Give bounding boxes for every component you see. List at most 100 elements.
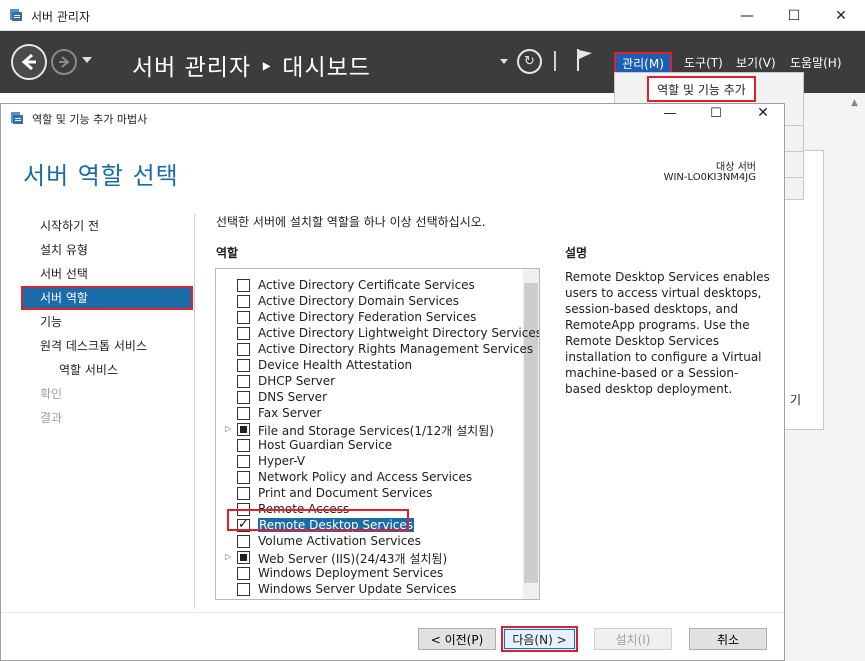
outer-titlebar: 서버 관리자 — ☐ ✕ [0,0,865,31]
wizard-step[interactable]: 기능 [21,310,193,334]
role-row[interactable]: Network Policy and Access Services [216,469,524,485]
minimize-button[interactable]: — [724,0,770,31]
role-label[interactable]: Active Directory Domain Services [258,294,459,308]
role-checkbox[interactable] [237,391,250,404]
role-checkbox[interactable] [237,327,250,340]
role-label[interactable]: Active Directory Certificate Services [258,278,475,292]
role-row[interactable]: Fax Server [216,405,524,421]
role-label[interactable]: DNS Server [258,390,327,404]
role-label[interactable]: Windows Deployment Services [258,566,443,580]
role-checkbox[interactable] [237,471,250,484]
role-row[interactable]: Hyper-V [216,453,524,469]
add-roles-menu-item[interactable]: 역할 및 기능 추가 [647,76,756,102]
role-checkbox[interactable] [237,487,250,500]
role-row[interactable]: Print and Document Services [216,485,524,501]
forward-button[interactable] [51,49,77,75]
role-label[interactable]: Hyper-V [258,454,305,468]
role-row[interactable]: Volume Activation Services [216,533,524,549]
roles-header: 역할 [216,246,239,260]
role-row[interactable]: ▷ File and Storage Services(1/12개 설치됨) [216,421,524,438]
role-label[interactable]: Active Directory Federation Services [258,310,476,324]
tools-menu[interactable]: 도구(T) [684,54,723,71]
role-row[interactable]: Active Directory Lightweight Directory S… [216,325,539,341]
role-checkbox[interactable] [237,439,250,452]
back-button[interactable] [11,44,47,80]
previous-button[interactable]: < 이전(P) [418,628,496,650]
role-label[interactable]: Active Directory Rights Management Servi… [258,342,533,356]
next-button[interactable]: 다음(N) > [501,626,578,652]
role-label[interactable]: Network Policy and Access Services [258,470,472,484]
role-label[interactable]: Device Health Attestation [258,358,412,372]
role-row[interactable]: Active Directory Domain Services [216,293,524,309]
wizard-step[interactable]: 시작하기 전 [21,214,193,238]
help-menu[interactable]: 도움말(H) [790,54,842,71]
wizard-minimize-button[interactable]: — [660,106,680,121]
expand-icon[interactable]: ▷ [225,552,231,561]
wizard-step[interactable]: 설치 유형 [21,238,193,262]
role-row[interactable]: Active Directory Rights Management Servi… [216,341,533,357]
role-row[interactable]: ▷ Web Server (IIS)(24/43개 설치됨) [216,549,524,566]
role-checkbox[interactable] [237,375,250,388]
selection-highlight [227,509,409,531]
role-checkbox[interactable] [237,535,250,548]
wizard-step[interactable]: 원격 데스크톱 서비스 [21,334,193,358]
wizard-step[interactable]: 역할 서비스 [21,358,193,382]
target-server-label: 대상 서버 [716,162,756,173]
role-checkbox[interactable] [237,455,250,468]
history-dropdown-icon[interactable] [82,57,92,63]
minimize-icon: — [740,7,754,24]
role-checkbox[interactable] [237,295,250,308]
description-header: 설명 [565,246,588,260]
role-row[interactable]: Active Directory Federation Services [216,309,524,325]
role-row[interactable]: DHCP Server [216,373,524,389]
role-checkbox[interactable] [237,583,250,596]
role-checkbox[interactable] [237,567,250,580]
separator [554,51,556,71]
target-server-name: WIN-LO0KI3NM4JG [663,172,756,183]
scroll-up-icon[interactable]: ▲ [851,98,858,108]
close-button[interactable]: ✕ [818,0,864,31]
server-manager-icon [10,9,22,21]
chevron-down-icon[interactable] [500,59,508,64]
role-label[interactable]: Fax Server [258,406,321,420]
role-checkbox[interactable] [237,407,250,420]
manage-menu[interactable]: 관리(M) [614,52,672,74]
maximize-button[interactable]: ☐ [771,0,817,31]
install-button[interactable]: 설치(I) [594,628,672,650]
role-label[interactable]: Volume Activation Services [258,534,421,548]
role-label[interactable]: Windows Server Update Services [258,582,456,596]
wizard-title: 역할 및 기능 추가 마법사 [32,113,148,126]
wizard-maximize-button[interactable]: ☐ [706,106,726,121]
role-checkbox[interactable] [237,279,250,292]
roles-list[interactable]: Active Directory Certificate Services Act… [215,268,540,600]
close-icon: ✕ [757,105,769,121]
wizard-step[interactable]: 서버 선택 [21,262,193,286]
role-label[interactable]: Host Guardian Service [258,438,392,452]
wizard-close-button[interactable]: ✕ [753,105,773,121]
role-row[interactable]: Device Health Attestation [216,357,524,373]
window-title: 서버 관리자 [31,10,91,24]
role-checkbox[interactable] [237,423,250,436]
wizard-step[interactable]: 서버 역할 [21,286,193,310]
wizard-step: 결과 [40,411,63,425]
role-checkbox[interactable] [237,551,250,564]
notification-flag-icon[interactable] [575,47,595,73]
role-checkbox[interactable] [237,359,250,372]
role-label[interactable]: Active Directory Lightweight Directory S… [258,326,539,340]
role-row[interactable]: Windows Server Update Services [216,581,524,597]
role-row[interactable]: Windows Deployment Services [216,565,524,581]
expand-icon[interactable]: ▷ [225,424,231,433]
role-row[interactable]: Active Directory Certificate Services [216,277,524,293]
footer-divider [1,612,784,613]
view-menu[interactable]: 보기(V) [736,54,776,71]
role-checkbox[interactable] [237,311,250,324]
role-label[interactable]: DHCP Server [258,374,335,388]
role-row[interactable]: Host Guardian Service [216,437,524,453]
roles-scrollbar[interactable] [523,269,539,599]
role-checkbox[interactable] [237,343,250,356]
role-label[interactable]: Print and Document Services [258,486,432,500]
role-row[interactable]: DNS Server [216,389,524,405]
cancel-button[interactable]: 취소 [689,628,767,650]
refresh-icon[interactable]: ↻ [517,49,542,74]
next-button-label: 다음(N) > [504,629,575,649]
